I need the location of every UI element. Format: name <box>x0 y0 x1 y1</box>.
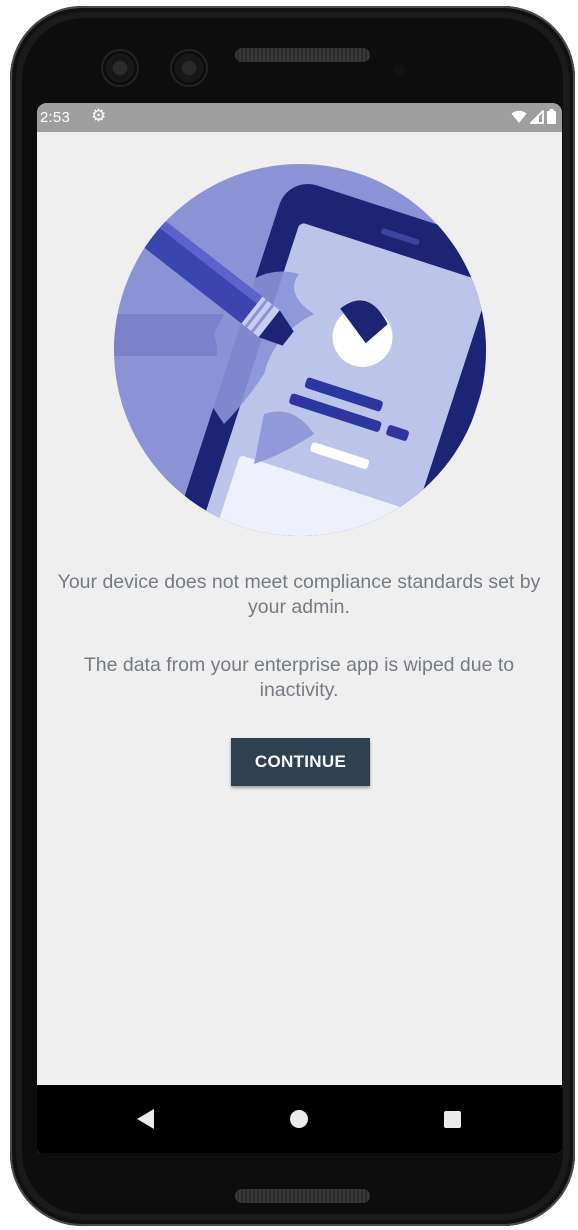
status-bar: 2:53 ⚙ <box>37 103 562 132</box>
battery-icon <box>547 109 556 124</box>
earpiece-speaker <box>235 48 370 62</box>
status-icons <box>511 109 556 124</box>
compliance-message: Your device does not meet compliance sta… <box>57 571 541 618</box>
proximity-sensor <box>393 64 405 76</box>
navigation-bar <box>37 1085 562 1153</box>
device-compliance-illustration <box>114 164 486 536</box>
status-time: 2:53 <box>40 109 70 126</box>
wipe-message: The data from your enterprise app is wip… <box>83 654 515 701</box>
front-camera-left <box>103 51 137 85</box>
home-circle-icon[interactable] <box>290 1110 308 1128</box>
front-camera-right <box>172 51 206 85</box>
continue-button[interactable]: CONTINUE <box>231 738 370 786</box>
cell-signal-icon <box>530 109 544 124</box>
gear-icon: ⚙ <box>91 106 107 125</box>
screen: 2:53 ⚙ Your device does not meet complia… <box>37 103 562 1153</box>
bottom-speaker <box>235 1189 370 1203</box>
recents-square-icon[interactable] <box>444 1111 461 1128</box>
back-triangle-icon[interactable] <box>137 1109 154 1129</box>
wifi-icon <box>511 110 527 123</box>
